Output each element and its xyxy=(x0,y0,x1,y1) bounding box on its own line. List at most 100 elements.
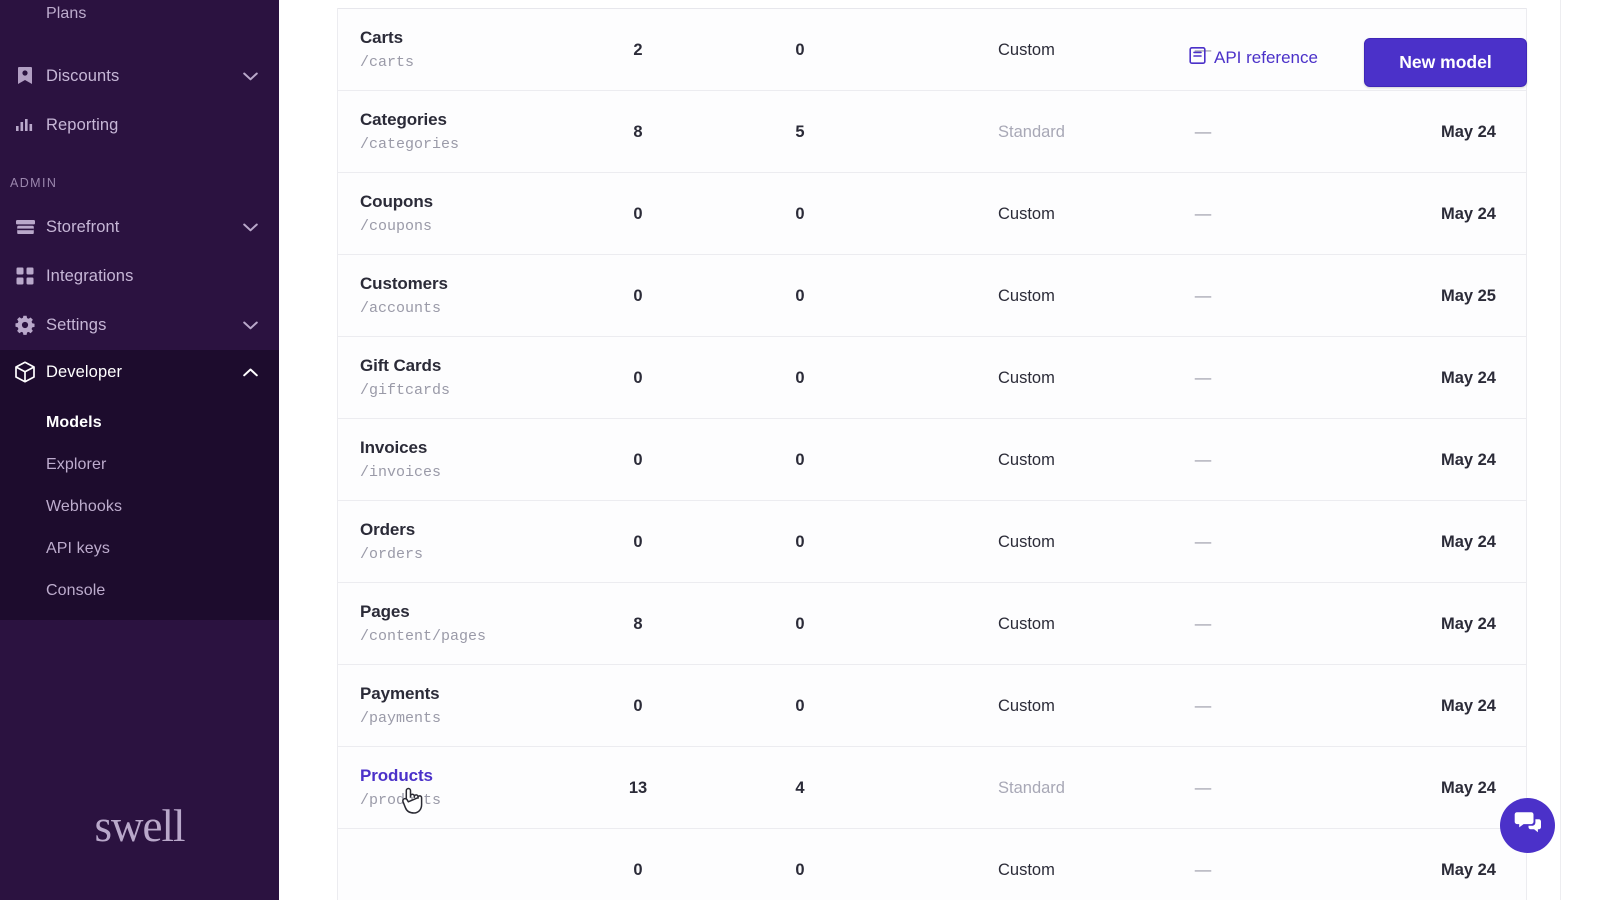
model-path: /products xyxy=(360,791,442,809)
model-name-link[interactable]: Gift Cards xyxy=(360,355,441,378)
model-name-link[interactable]: Invoices xyxy=(360,437,427,460)
model-date-value: May 24 xyxy=(1440,532,1496,551)
table-row[interactable]: Carts/carts20Custom—May 24 xyxy=(338,8,1526,90)
model-date-value: May 24 xyxy=(1440,860,1496,879)
model-date-value: May 25 xyxy=(1440,286,1496,305)
model-name-link[interactable]: Customers xyxy=(360,273,448,296)
storefront-icon xyxy=(12,216,38,238)
model-type-value: Custom xyxy=(998,204,1055,223)
table-row[interactable]: Coupons/coupons 0 0 Custom — May 24 xyxy=(338,172,1526,254)
em-dash: — xyxy=(1194,778,1212,797)
count-value: 0 xyxy=(795,860,805,879)
model-date-cell: May 24 xyxy=(1338,583,1506,665)
model-count-secondary: 0 xyxy=(770,173,830,255)
sidebar-item-plans[interactable]: Plans xyxy=(0,0,279,39)
sidebar-item-discounts[interactable]: Discounts xyxy=(0,51,279,101)
count-value: 0 xyxy=(795,204,805,223)
table-row[interactable]: Pages/content/pages 8 0 Custom — May 24 xyxy=(338,582,1526,664)
sidebar-item-label: Reporting xyxy=(46,115,119,134)
count-value: 0 xyxy=(795,368,805,387)
count-value: 0 xyxy=(633,860,643,879)
count-value: 0 xyxy=(795,450,805,469)
count-value: 0 xyxy=(633,696,643,715)
model-name-link[interactable]: Coupons xyxy=(360,191,433,214)
model-count-primary: 0 xyxy=(608,829,668,900)
model-name-cell: Categories/categories xyxy=(360,91,630,173)
table-row[interactable]: Invoices/invoices 0 0 Custom — May 24 xyxy=(338,418,1526,500)
model-count-primary: 0 xyxy=(608,255,668,337)
cube-icon xyxy=(12,361,38,383)
table-row[interactable]: Orders/orders 0 0 Custom — May 24 xyxy=(338,500,1526,582)
count-value: 8 xyxy=(633,614,643,633)
sidebar-item-storefront[interactable]: Storefront xyxy=(0,202,279,252)
chevron-up-icon[interactable] xyxy=(239,361,261,383)
model-type-cell: Standard xyxy=(998,747,1168,829)
table-row[interactable]: Customers/accounts 0 0 Custom — May 25 xyxy=(338,254,1526,336)
count-value: 8 xyxy=(633,122,643,141)
model-type-cell: Custom xyxy=(998,665,1168,747)
chat-launcher-button[interactable] xyxy=(1500,798,1555,853)
model-name-link[interactable]: Pages xyxy=(360,601,410,624)
table-row[interactable]: Payments/payments 0 0 Custom — May 24 xyxy=(338,664,1526,746)
model-name-cell: Products/products xyxy=(360,747,630,829)
model-type-value: Custom xyxy=(998,532,1055,551)
table-row[interactable]: Gift Cards/giftcards 0 0 Custom — May 24 xyxy=(338,336,1526,418)
model-count-primary: 0 xyxy=(608,419,668,501)
main-content: Carts/carts20Custom—May 24Categories/cat… xyxy=(279,0,1600,900)
model-path: /invoices xyxy=(360,463,442,481)
model-name-link[interactable]: Payments xyxy=(360,683,440,706)
model-path: /giftcards xyxy=(360,381,451,399)
model-count-secondary: 5 xyxy=(770,91,830,173)
model-type-cell: Custom xyxy=(998,337,1168,419)
model-name-link[interactable]: Categories xyxy=(360,109,447,132)
model-count-secondary: 4 xyxy=(770,747,830,829)
model-name-link[interactable]: Carts xyxy=(360,27,403,50)
ribbon-icon xyxy=(12,65,38,87)
model-type-cell: Custom xyxy=(998,9,1168,91)
new-model-button[interactable]: New model xyxy=(1364,38,1527,87)
model-path: /accounts xyxy=(360,299,442,317)
model-type-value: Standard xyxy=(998,778,1065,797)
em-dash: — xyxy=(1194,368,1212,387)
model-type-value: Custom xyxy=(998,450,1055,469)
model-count-primary: 13 xyxy=(608,747,668,829)
sidebar-item-developer[interactable]: Developer xyxy=(0,347,279,397)
model-type-value: Standard xyxy=(998,122,1065,141)
sidebar-item-reporting[interactable]: Reporting xyxy=(0,100,279,150)
model-extra-cell: — xyxy=(1173,255,1233,337)
table-row[interactable]: Products/products 13 4 Standard — May 24 xyxy=(338,746,1526,828)
model-type-cell: Custom xyxy=(998,419,1168,501)
model-name-cell: Orders/orders xyxy=(360,501,630,583)
sidebar-item-label: Discounts xyxy=(46,66,120,85)
model-extra-cell: — xyxy=(1173,173,1233,255)
table-row[interactable]: 0 0 Custom — May 24 xyxy=(338,828,1526,900)
api-reference-link[interactable]: API reference xyxy=(1188,46,1318,70)
model-date-cell: May 24 xyxy=(1338,829,1506,900)
sidebar-item-console[interactable]: Console xyxy=(0,566,279,616)
grid-icon xyxy=(12,265,38,287)
em-dash: — xyxy=(1194,204,1212,223)
model-date-value: May 24 xyxy=(1440,778,1496,797)
sidebar-item-integrations[interactable]: Integrations xyxy=(0,251,279,301)
em-dash: — xyxy=(1194,286,1212,305)
model-name-link[interactable]: Orders xyxy=(360,519,415,542)
chevron-down-icon[interactable] xyxy=(239,314,261,336)
table-row[interactable]: Categories/categories 8 5 Standard — May 24 xyxy=(338,90,1526,172)
sidebar-item-label: Console xyxy=(46,582,106,599)
sidebar-item-settings[interactable]: Settings xyxy=(0,300,279,350)
model-count-secondary: 0 xyxy=(770,829,830,900)
count-value: 4 xyxy=(795,778,805,797)
model-count-primary: 2 xyxy=(608,9,668,91)
model-extra-cell: — xyxy=(1173,419,1233,501)
model-date-cell: May 24 xyxy=(1338,337,1506,419)
model-date-cell: May 25 xyxy=(1338,255,1506,337)
model-name-link[interactable]: Products xyxy=(360,765,433,788)
model-count-primary: 0 xyxy=(608,337,668,419)
sidebar-item-label: Plans xyxy=(46,5,87,22)
count-value: 0 xyxy=(795,696,805,715)
model-date-cell: May 24 xyxy=(1338,91,1506,173)
bar-chart-icon xyxy=(12,114,38,136)
chevron-down-icon[interactable] xyxy=(239,65,261,87)
chevron-down-icon[interactable] xyxy=(239,216,261,238)
gear-icon xyxy=(12,314,38,336)
